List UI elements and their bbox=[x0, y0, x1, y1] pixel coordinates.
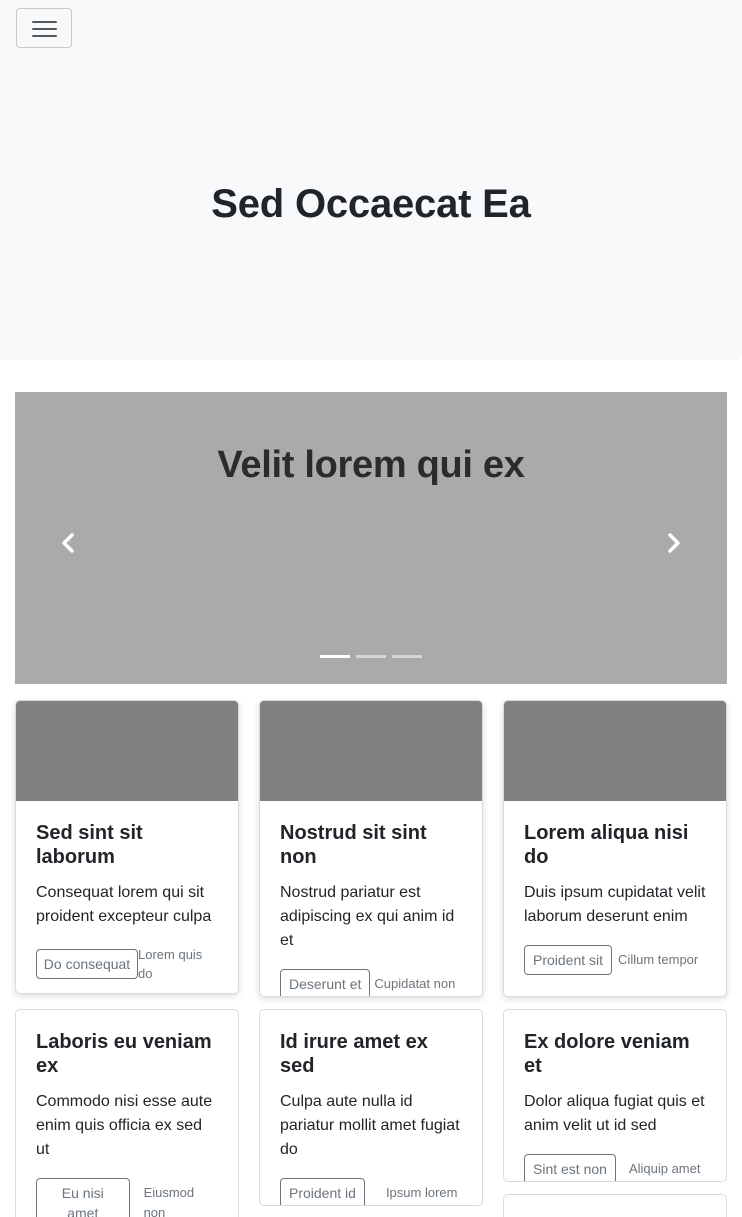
card-partial bbox=[503, 1194, 727, 1217]
card-title: Ex dolore veniam et bbox=[524, 1031, 690, 1077]
card: Nostrud sit sint non Nostrud pariatur es… bbox=[259, 700, 483, 997]
card-note: Lorem quis do bbox=[138, 947, 203, 981]
hero-section: Sed Occaecat Ea bbox=[0, 56, 742, 360]
card-text: Commodo nisi esse aute enim quis officia… bbox=[36, 1093, 213, 1158]
card-text: Consequat lorem qui sit proident excepte… bbox=[36, 884, 212, 925]
carousel-indicator-2[interactable] bbox=[356, 655, 386, 658]
carousel-prev-button[interactable] bbox=[53, 528, 83, 558]
carousel: Velit lorem qui ex bbox=[15, 392, 727, 684]
carousel-indicator-1[interactable] bbox=[320, 655, 350, 658]
card-title: Sed sint sit laborum bbox=[36, 822, 143, 868]
card-note: Eiusmod non bbox=[143, 1185, 195, 1217]
card: Sed sint sit laborum Consequat lorem qui… bbox=[15, 700, 239, 994]
card: Lorem aliqua nisi do Duis ipsum cupidata… bbox=[503, 700, 727, 997]
card-button[interactable]: Proident id bbox=[280, 1178, 365, 1205]
chevron-left-icon bbox=[62, 533, 74, 553]
card-title: Laboris eu veniam ex bbox=[36, 1031, 212, 1077]
navbar bbox=[0, 0, 742, 56]
card-title: Id irure amet ex sed bbox=[280, 1031, 428, 1077]
card-title: Nostrud sit sint non bbox=[280, 822, 427, 868]
card: Id irure amet ex sed Culpa aute nulla id… bbox=[259, 1009, 483, 1206]
card-text: Dolor aliqua fugiat quis et anim velit u… bbox=[524, 1093, 705, 1134]
card-button[interactable]: Proident sit bbox=[524, 945, 613, 975]
card-image-placeholder bbox=[16, 701, 238, 801]
card-text: Culpa aute nulla id pariatur mollit amet… bbox=[280, 1093, 460, 1158]
card-button[interactable]: Deserunt et bbox=[280, 969, 371, 996]
carousel-indicator-3[interactable] bbox=[392, 655, 422, 658]
carousel-caption: Velit lorem qui ex bbox=[217, 444, 525, 486]
card-text: Nostrud pariatur est adipiscing ex qui a… bbox=[280, 884, 455, 949]
card-image-placeholder bbox=[260, 701, 482, 801]
card-note: Ipsum lorem bbox=[385, 1185, 458, 1200]
card-image-placeholder bbox=[504, 701, 726, 801]
card-text: Duis ipsum cupidatat velit laborum deser… bbox=[524, 884, 706, 925]
carousel-next-button[interactable] bbox=[659, 528, 689, 558]
card-title: Lorem aliqua nisi do bbox=[524, 822, 689, 868]
chevron-right-icon bbox=[668, 533, 680, 553]
card-note: Aliquip amet bbox=[628, 1161, 701, 1176]
card-button[interactable]: Eu nisi amet bbox=[36, 1178, 130, 1217]
card-button[interactable]: Do consequat bbox=[36, 949, 138, 979]
card-button[interactable]: Sint est non bbox=[524, 1154, 616, 1181]
card-note: Cupidatat non bbox=[374, 976, 456, 991]
card: Laboris eu veniam ex Commodo nisi esse a… bbox=[15, 1009, 239, 1217]
hero-title: Sed Occaecat Ea bbox=[211, 182, 531, 226]
card-note: Cillum tempor bbox=[618, 952, 699, 967]
navbar-toggler-button[interactable] bbox=[16, 8, 72, 48]
card: Ex dolore veniam et Dolor aliqua fugiat … bbox=[503, 1009, 727, 1182]
